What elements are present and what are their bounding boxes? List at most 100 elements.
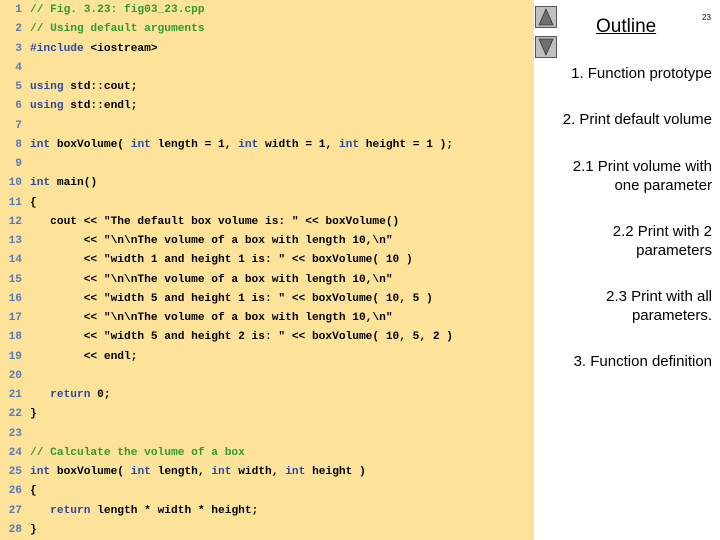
line-number: 22: [8, 408, 22, 421]
code-line: 3 #include <iostream>: [0, 40, 158, 59]
code-line: 9: [0, 155, 30, 174]
code-text: << "\n\nThe volume of a box with length …: [30, 235, 393, 247]
code-line: 12 cout << "The default box volume is: "…: [0, 213, 400, 232]
code-text: <iostream>: [83, 42, 158, 55]
code-line: 13 << "\n\nThe volume of a box with leng…: [0, 232, 393, 251]
line-number: 19: [8, 350, 22, 363]
code-keyword: using: [30, 100, 64, 113]
code-line: 21 return 0;: [0, 386, 111, 405]
code-line: 2 // Using default arguments: [0, 20, 205, 39]
line-number: 18: [8, 331, 22, 344]
code-keyword: using: [30, 81, 64, 93]
code-text: height = 1 );: [359, 138, 454, 151]
code-line: 24 // Calculate the volume of a box: [0, 444, 245, 463]
line-number: 28: [8, 523, 22, 536]
outline-item: 3. Function definition: [574, 352, 712, 371]
outline-item-text: 2.1 Print volume with: [572, 158, 712, 175]
code-keyword: int: [30, 138, 51, 151]
code-text: << "width 5 and height 1 is: " << boxVol…: [30, 292, 433, 305]
code-text: width = 1,: [258, 138, 339, 151]
code-text: main(): [50, 177, 98, 190]
code-text: cout << "The default box volume is: " <<…: [30, 215, 400, 228]
line-number: 8: [15, 138, 22, 151]
code-keyword: int: [30, 466, 51, 478]
code-text: boxVolume(: [50, 466, 131, 478]
code-line: 14 << "width 1 and height 1 is: " << box…: [0, 251, 413, 270]
code-text: << "width 1 and height 1 is: " << boxVol…: [30, 254, 413, 267]
code-line: 20: [0, 367, 30, 386]
code-keyword: return: [50, 504, 91, 517]
outline-item: 2. Print default volume: [563, 110, 712, 129]
outline-item-text: parameters.: [631, 307, 712, 324]
next-slide-button[interactable]: [535, 36, 557, 58]
code-line: 6 using std::endl;: [0, 97, 137, 116]
code-text: }: [30, 523, 37, 536]
code-line: 8 int boxVolume( int length = 1, int widt…: [0, 136, 453, 155]
outline-item: 1. Function prototype: [571, 64, 712, 83]
line-number: 24: [8, 446, 22, 459]
line-number: 10: [8, 177, 22, 190]
code-line: 4: [0, 59, 30, 78]
code-line: 19 << endl;: [0, 348, 138, 367]
code-text: width,: [231, 466, 286, 478]
line-number: 16: [8, 292, 22, 305]
code-keyword: int: [211, 466, 232, 478]
code-keyword: int: [130, 138, 151, 151]
code-text: height ): [305, 466, 366, 478]
code-keyword: #include: [30, 42, 84, 55]
code-keyword: int: [285, 466, 306, 478]
line-number: 3: [15, 42, 22, 55]
code-line: 7: [0, 117, 30, 136]
outline-item-text: 2.3 Print with all: [606, 288, 712, 305]
code-text: boxVolume(: [50, 138, 131, 151]
code-line: 1 // Fig. 3.23: fig03_23.cpp: [0, 1, 205, 20]
code-line: 17 << "\n\nThe volume of a box with leng…: [0, 309, 393, 328]
line-number: 23: [8, 427, 22, 440]
code-line: 11 {: [0, 194, 37, 213]
code-text: << "\n\nThe volume of a box with length …: [30, 273, 393, 286]
line-number: 4: [15, 61, 22, 74]
outline-title: Outline: [596, 16, 657, 37]
code-keyword: int: [338, 138, 360, 151]
code-text: {: [30, 485, 37, 498]
code-comment: // Using default arguments: [30, 23, 205, 36]
line-number: 26: [8, 485, 22, 498]
code-line: 18 << "width 5 and height 2 is: " << box…: [0, 328, 453, 347]
triangle-up-icon: [538, 8, 554, 26]
code-listing-panel: 1 // Fig. 3.23: fig03_23.cpp 2 // Using def…: [0, 0, 534, 540]
line-number: 12: [8, 215, 22, 228]
code-line: 25 int boxVolume( int length, int width, …: [0, 463, 366, 482]
line-number: 20: [8, 369, 22, 382]
outline-item: 2.2 Print with 2 parameters: [613, 222, 712, 260]
code-text: }: [30, 408, 37, 421]
outline-item-text: 1. Function prototype: [571, 65, 712, 82]
line-number: 21: [8, 389, 22, 401]
line-number: 11: [8, 196, 22, 209]
outline-item-text: 2.2 Print with 2: [612, 223, 712, 240]
code-line: 23: [0, 425, 30, 444]
line-number: 5: [15, 81, 22, 93]
code-line: 22}: [0, 405, 37, 424]
code-text: << endl;: [30, 350, 138, 363]
line-number: 1: [15, 4, 22, 16]
code-text: std::cout;: [63, 81, 138, 93]
code-text: << "width 5 and height 2 is: " << boxVol…: [30, 331, 453, 344]
code-text: << "\n\nThe volume of a box with length …: [30, 312, 393, 324]
code-keyword: int: [30, 177, 51, 190]
code-line: 26 {: [0, 482, 37, 501]
code-text: std::endl;: [63, 100, 138, 113]
code-text: 0;: [90, 389, 111, 401]
code-text: {: [30, 196, 37, 209]
code-line: 10 int main(): [0, 174, 98, 193]
line-number: 9: [15, 158, 22, 170]
code-keyword: int: [238, 138, 259, 151]
line-number: 2: [15, 23, 22, 36]
line-number: 6: [15, 100, 22, 113]
outline-item-text: parameters: [636, 242, 712, 259]
code-line: 28}: [0, 521, 37, 540]
outline-item: 2.3 Print with all parameters.: [606, 287, 712, 325]
code-comment: // Fig. 3.23: fig03_23.cpp: [30, 4, 205, 16]
previous-slide-button[interactable]: [535, 6, 557, 28]
